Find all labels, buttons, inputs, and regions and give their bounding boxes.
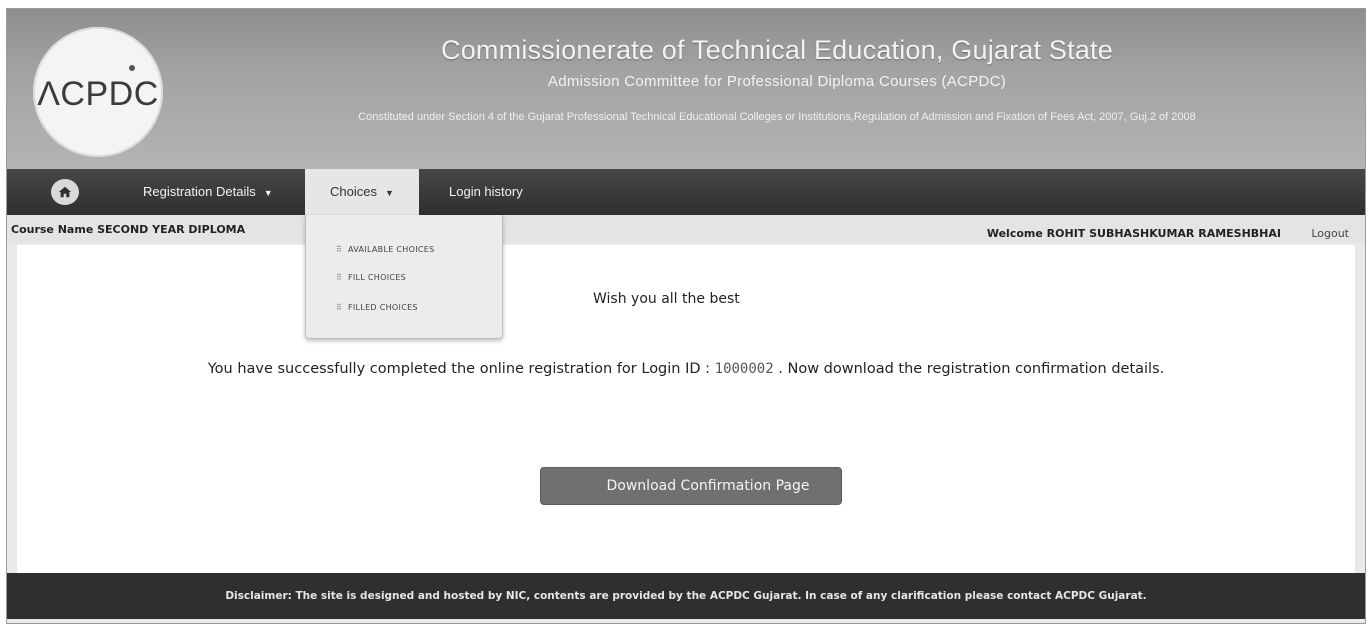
nav-registration-details[interactable]: Registration Details ▼ bbox=[143, 169, 273, 215]
nav-registration-details-label: Registration Details bbox=[143, 184, 256, 199]
nav-login-history-label: Login history bbox=[449, 184, 523, 199]
login-id-value: 1000002 bbox=[714, 361, 774, 377]
menu-item-filled-choices[interactable]: ⠿ FILLED CHOICES bbox=[336, 303, 418, 312]
logo-dot-icon bbox=[129, 65, 135, 71]
choices-dropdown-menu: ⠿ AVAILABLE CHOICES ⠿ FILL CHOICES ⠿ FILLED… bbox=[305, 215, 503, 339]
home-icon bbox=[58, 186, 72, 198]
download-button-label: Download Confirmation Page bbox=[606, 478, 810, 494]
logout-link[interactable]: Logout bbox=[1311, 227, 1349, 240]
main-content: Wish you all the best You have successfu… bbox=[17, 245, 1355, 573]
menu-item-fill-choices[interactable]: ⠿ FILL CHOICES bbox=[336, 273, 406, 282]
footer-disclaimer: Disclaimer: The site is designed and hos… bbox=[7, 573, 1365, 619]
main-navbar: Registration Details ▼ Choices ▼ Login his… bbox=[7, 169, 1365, 215]
caret-down-icon: ▼ bbox=[385, 188, 394, 198]
grip-icon: ⠿ bbox=[336, 303, 343, 312]
acpdc-logo: ΛCPDC bbox=[33, 27, 163, 157]
constitution-note: Constituted under Section 4 of the Gujar… bbox=[358, 111, 1196, 123]
wish-message: Wish you all the best bbox=[593, 291, 740, 307]
success-suffix: . Now download the registration confirma… bbox=[778, 361, 1165, 377]
welcome-text: Welcome ROHIT SUBHASHKUMAR RAMESHBHAI bbox=[986, 227, 1281, 240]
success-prefix: You have successfully completed the onli… bbox=[207, 361, 711, 377]
page-frame: ΛCPDC Commissionerate of Technical Educa… bbox=[6, 8, 1366, 624]
home-button[interactable] bbox=[51, 179, 79, 205]
menu-item-label: FILLED CHOICES bbox=[348, 303, 418, 312]
nav-choices[interactable]: Choices ▼ bbox=[305, 169, 419, 215]
caret-down-icon: ▼ bbox=[263, 188, 273, 198]
nav-choices-label: Choices bbox=[330, 184, 378, 199]
page-subtitle: Admission Committee for Professional Dip… bbox=[547, 73, 1007, 90]
page-title: Commissionerate of Technical Education, … bbox=[441, 35, 1113, 65]
course-name: Course Name SECOND YEAR DIPLOMA bbox=[11, 223, 246, 236]
menu-item-label: FILL CHOICES bbox=[348, 273, 406, 282]
nav-login-history[interactable]: Login history bbox=[449, 169, 523, 215]
menu-item-label: AVAILABLE CHOICES bbox=[348, 245, 435, 254]
logo-text: ΛCPDC bbox=[37, 74, 159, 113]
download-confirmation-button[interactable]: Download Confirmation Page bbox=[540, 467, 842, 505]
grip-icon: ⠿ bbox=[336, 273, 343, 282]
grip-icon: ⠿ bbox=[336, 245, 343, 254]
header-banner: ΛCPDC Commissionerate of Technical Educa… bbox=[7, 9, 1365, 169]
success-message: You have successfully completed the onli… bbox=[17, 361, 1355, 377]
menu-item-available-choices[interactable]: ⠿ AVAILABLE CHOICES bbox=[336, 245, 435, 254]
info-bar: Course Name SECOND YEAR DIPLOMA Welcome … bbox=[7, 215, 1365, 243]
